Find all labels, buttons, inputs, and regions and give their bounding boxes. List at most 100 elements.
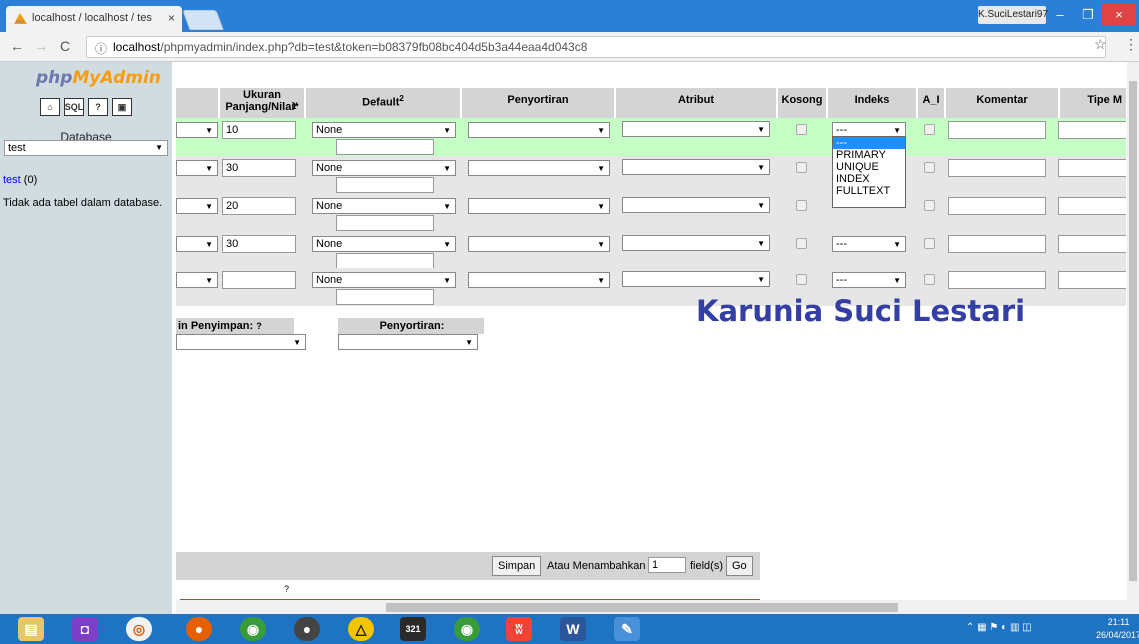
word-icon[interactable]: W [560, 617, 586, 641]
default-value-input[interactable] [336, 215, 434, 231]
mime-type-input[interactable] [1058, 159, 1126, 177]
phpmyadmin-logo[interactable]: phpMyAdmin [36, 68, 161, 88]
attribute-select[interactable]: ▼ [622, 159, 770, 175]
browser-menu-icon[interactable]: ⋮ [1124, 36, 1138, 53]
type-select[interactable]: ▼ [176, 272, 218, 288]
index-dropdown-list[interactable]: --- PRIMARY UNIQUE INDEX FULLTEXT [832, 136, 906, 208]
maximize-button[interactable]: ❐ [1074, 4, 1102, 26]
default-value-input[interactable] [336, 139, 434, 155]
auto-increment-checkbox[interactable] [924, 238, 935, 249]
system-tray[interactable]: ⌃ ▦ ⚑ ◐ ▥ ◫ [966, 622, 1032, 633]
index-option[interactable]: UNIQUE [833, 161, 905, 173]
collation-select[interactable]: ▼ [468, 198, 610, 214]
length-input[interactable]: 10 [222, 121, 296, 139]
auto-increment-checkbox[interactable] [924, 200, 935, 211]
forward-icon[interactable]: → [34, 38, 48, 54]
collation-select[interactable]: ▼ [468, 122, 610, 138]
index-option[interactable]: PRIMARY [833, 149, 905, 161]
length-input[interactable]: 30 [222, 159, 296, 177]
address-bar[interactable]: ⓘ localhost/phpmyadmin/index.php?db=test… [86, 36, 1106, 58]
index-option[interactable]: FULLTEXT [833, 185, 905, 197]
comment-input[interactable] [948, 159, 1046, 177]
mime-type-input[interactable] [1058, 121, 1126, 139]
table-collation-select[interactable]: ▼ [338, 334, 478, 350]
index-select[interactable]: --- ▼ [832, 236, 906, 252]
tab-close-icon[interactable]: × [168, 11, 175, 25]
default-select[interactable]: None ▼ [312, 122, 456, 138]
attribute-select[interactable]: ▼ [622, 235, 770, 251]
calendar-icon[interactable]: 321 [400, 617, 426, 641]
default-select[interactable]: None ▼ [312, 160, 456, 176]
vlc-icon[interactable]: △ [348, 617, 374, 641]
attribute-select[interactable]: ▼ [622, 121, 770, 137]
comment-input[interactable] [948, 121, 1046, 139]
close-window-button[interactable]: × [1102, 4, 1136, 26]
default-select[interactable]: None ▼ [312, 272, 456, 288]
collation-select[interactable]: ▼ [468, 272, 610, 288]
reload-icon[interactable]: C [60, 38, 70, 54]
auto-increment-checkbox[interactable] [924, 162, 935, 173]
sql-icon[interactable]: SQL [64, 98, 84, 116]
back-icon[interactable]: ← [10, 38, 24, 54]
info-icon[interactable]: ⓘ [95, 40, 107, 57]
default-select[interactable]: None ▼ [312, 198, 456, 214]
paint-icon[interactable]: ✎ [614, 617, 640, 641]
null-checkbox[interactable] [796, 200, 807, 211]
firefox-icon[interactable]: ● [186, 617, 212, 641]
default-value-input[interactable] [336, 289, 434, 305]
null-checkbox[interactable] [796, 162, 807, 173]
media-app-icon[interactable]: ● [294, 617, 320, 641]
save-button[interactable]: Simpan [492, 556, 542, 576]
type-select[interactable]: ▼ [176, 236, 218, 252]
database-select[interactable]: test ▼ [4, 140, 168, 156]
default-select[interactable]: None ▼ [312, 236, 456, 252]
null-checkbox[interactable] [796, 238, 807, 249]
length-input[interactable]: 30 [222, 235, 296, 253]
default-value-input[interactable] [336, 177, 434, 193]
collation-select[interactable]: ▼ [468, 160, 610, 176]
length-input[interactable] [222, 271, 296, 289]
docs-icon[interactable]: ▣ [112, 98, 132, 116]
help-icon[interactable]: ? [284, 584, 289, 594]
type-select[interactable]: ▼ [176, 122, 218, 138]
length-input[interactable]: 20 [222, 197, 296, 215]
mime-type-input[interactable] [1058, 235, 1126, 253]
minimize-button[interactable]: – [1046, 4, 1074, 26]
profile-chip[interactable]: K.SuciLestari97 [978, 6, 1048, 24]
mime-type-input[interactable] [1058, 271, 1126, 289]
comment-input[interactable] [948, 271, 1046, 289]
bookmark-star-icon[interactable]: ☆ [1094, 36, 1107, 53]
storage-engine-select[interactable]: ▼ [176, 334, 306, 350]
comment-input[interactable] [948, 235, 1046, 253]
chrome-active-icon[interactable]: ◉ [454, 617, 480, 641]
index-select[interactable]: --- ▼ [832, 272, 906, 288]
app-icon[interactable]: ◎ [126, 617, 152, 641]
home-icon[interactable]: ⌂ [40, 98, 60, 116]
media-player-icon[interactable]: ◘ [72, 617, 98, 641]
comment-input[interactable] [948, 197, 1046, 215]
type-select[interactable]: ▼ [176, 160, 218, 176]
horizontal-scroll-thumb[interactable] [386, 603, 898, 612]
mime-type-input[interactable] [1058, 197, 1126, 215]
query-window-icon[interactable]: ? [88, 98, 108, 116]
clock[interactable]: 21:11 26/04/2017 [1096, 616, 1139, 642]
auto-increment-checkbox[interactable] [924, 274, 935, 285]
new-tab-button[interactable] [182, 10, 224, 30]
index-option[interactable]: INDEX [833, 173, 905, 185]
attribute-select[interactable]: ▼ [622, 197, 770, 213]
null-checkbox[interactable] [796, 274, 807, 285]
database-link[interactable]: test (0) [3, 174, 37, 186]
attribute-select[interactable]: ▼ [622, 271, 770, 287]
index-option[interactable]: --- [833, 137, 905, 149]
default-value-input[interactable] [336, 253, 434, 269]
browser-tab[interactable]: PMA localhost / localhost / tes × [6, 6, 182, 32]
go-button[interactable]: Go [726, 556, 753, 576]
xampp-icon[interactable]: ʬ [506, 617, 532, 641]
auto-increment-checkbox[interactable] [924, 124, 935, 135]
add-fields-input[interactable]: 1 [648, 557, 686, 573]
type-select[interactable]: ▼ [176, 198, 218, 214]
vertical-scroll-thumb[interactable] [1129, 81, 1137, 581]
file-explorer-icon[interactable]: ▤ [18, 617, 44, 641]
collation-select[interactable]: ▼ [468, 236, 610, 252]
chrome-icon[interactable]: ◉ [240, 617, 266, 641]
